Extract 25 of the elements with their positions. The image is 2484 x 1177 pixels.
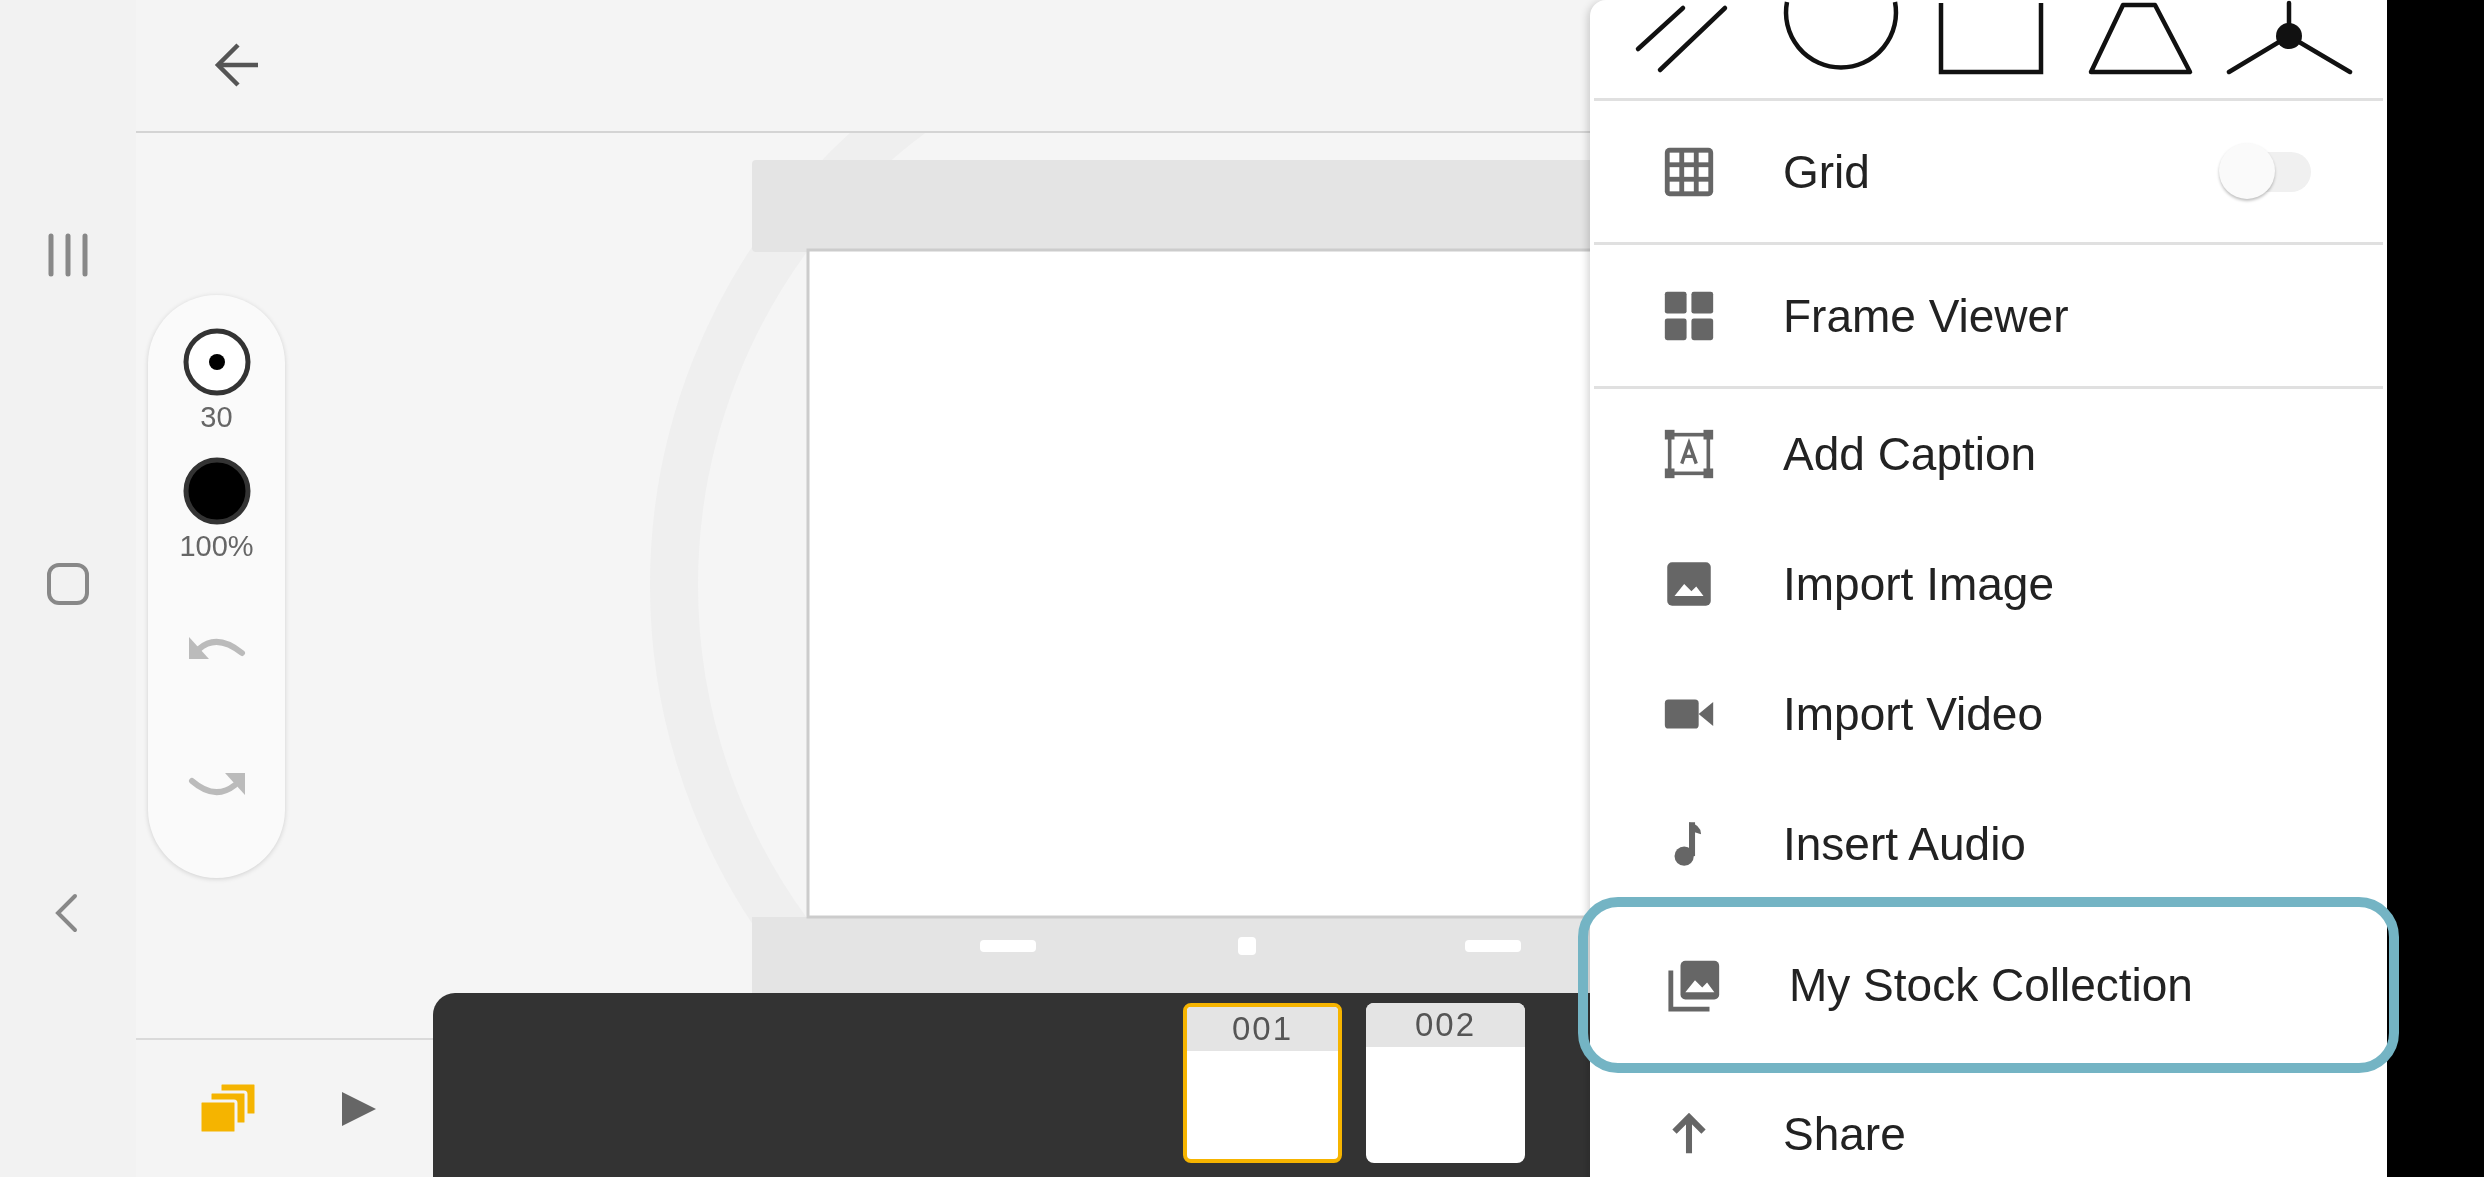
circle-tool-icon[interactable]	[1783, 1, 1899, 70]
opacity-value: 100%	[179, 530, 254, 563]
triangle-tool-icon[interactable]	[2088, 2, 2193, 75]
peg-mark	[980, 940, 1036, 952]
menu-item[interactable]: Insert Audio	[1590, 779, 2387, 909]
home-icon[interactable]	[45, 561, 91, 607]
brush-size-icon[interactable]	[181, 327, 252, 397]
line-tool-icon[interactable]	[1635, 5, 1728, 73]
menu-item[interactable]: Share	[1590, 1069, 2387, 1177]
brush-size-value: 30	[200, 401, 233, 434]
joint-tool-icon[interactable]	[2226, 0, 2353, 75]
peg-mark	[1238, 937, 1256, 955]
peg-mark	[1465, 940, 1521, 952]
rectangle-tool-icon[interactable]	[1938, 3, 2044, 75]
menu-item[interactable]: Import Video	[1590, 649, 2387, 779]
menu-item[interactable]: Import Image	[1590, 519, 2387, 649]
frame-number: 001	[1187, 1007, 1338, 1051]
frame-thumbnail[interactable]: 001	[1183, 1003, 1342, 1163]
frame-number: 002	[1366, 1003, 1525, 1047]
menu-item[interactable]: My Stock Collection	[1596, 915, 2381, 1055]
menu-item[interactable]: Add Caption	[1590, 389, 2387, 519]
menu-item[interactable]: Frame Viewer	[1594, 245, 2383, 389]
menu-item[interactable]: Grid	[1594, 101, 2383, 245]
frame-thumbnail[interactable]: 002	[1366, 1003, 1525, 1163]
brush-color-swatch[interactable]	[181, 456, 252, 526]
